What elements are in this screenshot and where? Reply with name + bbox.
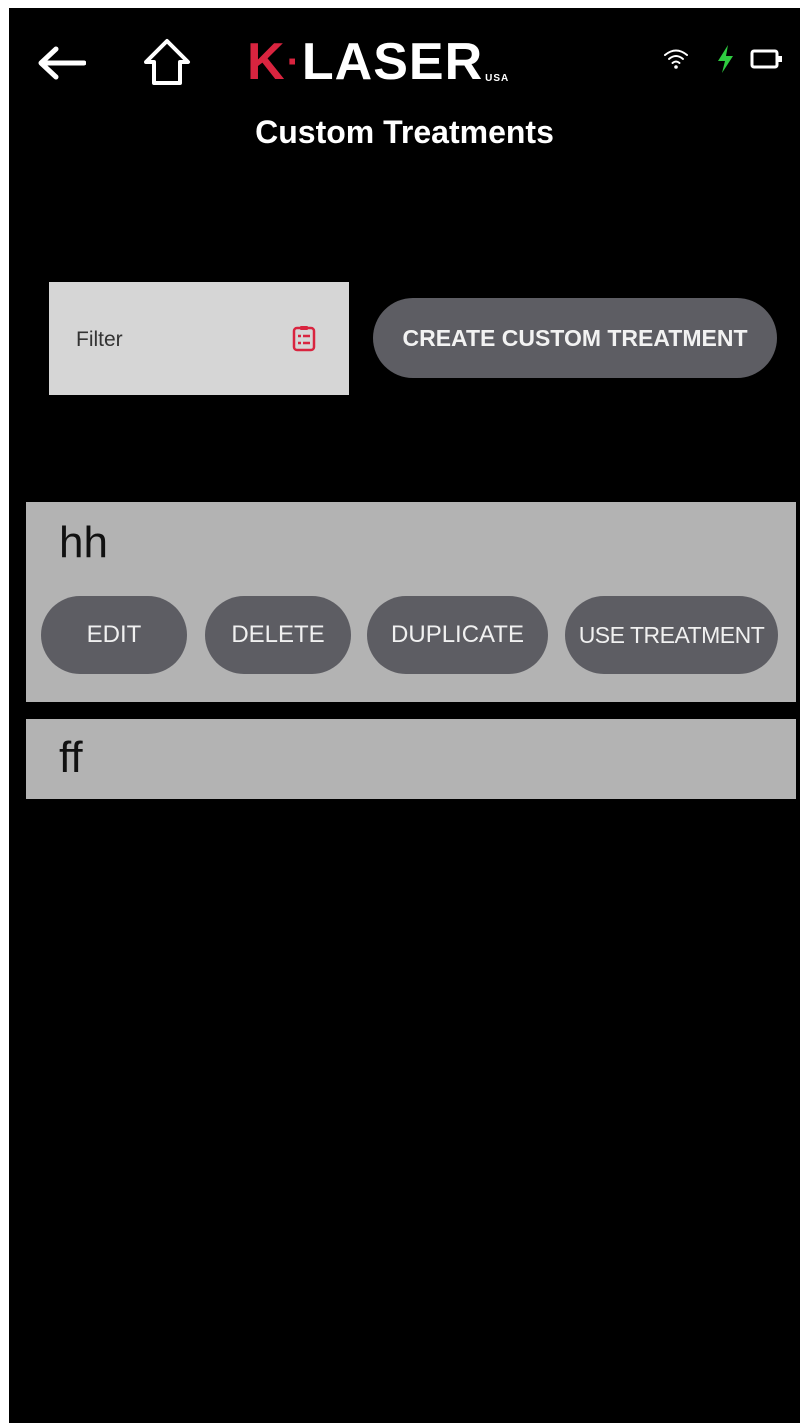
- home-icon: [144, 39, 190, 85]
- back-arrow-icon: [38, 46, 86, 80]
- treatment-name: ff: [59, 733, 83, 782]
- logo-k: K: [247, 33, 286, 91]
- delete-button[interactable]: DELETE: [205, 596, 351, 674]
- filter-input[interactable]: Filter: [49, 282, 349, 395]
- logo-usa: USA: [485, 73, 510, 84]
- treatment-name: hh: [59, 518, 108, 567]
- use-treatment-button[interactable]: USE TREATMENT: [565, 596, 778, 674]
- battery-icon: [750, 49, 782, 69]
- klaser-logo: K · LASER USA: [247, 34, 509, 90]
- edit-button[interactable]: EDIT: [41, 596, 187, 674]
- page-title: Custom Treatments: [255, 114, 554, 150]
- home-button[interactable]: [137, 33, 197, 91]
- treatment-item[interactable]: hh EDIT DELETE DUPLICATE USE TREATMENT: [26, 502, 796, 702]
- list-filter-icon[interactable]: [291, 325, 317, 353]
- treatment-item[interactable]: ff: [26, 719, 796, 799]
- filter-placeholder: Filter: [76, 328, 123, 351]
- logo-dot: ·: [286, 40, 301, 84]
- app-screen: K · LASER USA Custom Treatments Filter CREA…: [9, 8, 800, 1423]
- back-button[interactable]: [31, 38, 91, 88]
- logo-laser: LASER: [301, 33, 484, 91]
- duplicate-button[interactable]: DUPLICATE: [367, 596, 548, 674]
- wifi-icon: [664, 49, 688, 69]
- charging-bolt-icon: [718, 45, 733, 73]
- create-custom-treatment-button[interactable]: CREATE CUSTOM TREATMENT: [373, 298, 777, 378]
